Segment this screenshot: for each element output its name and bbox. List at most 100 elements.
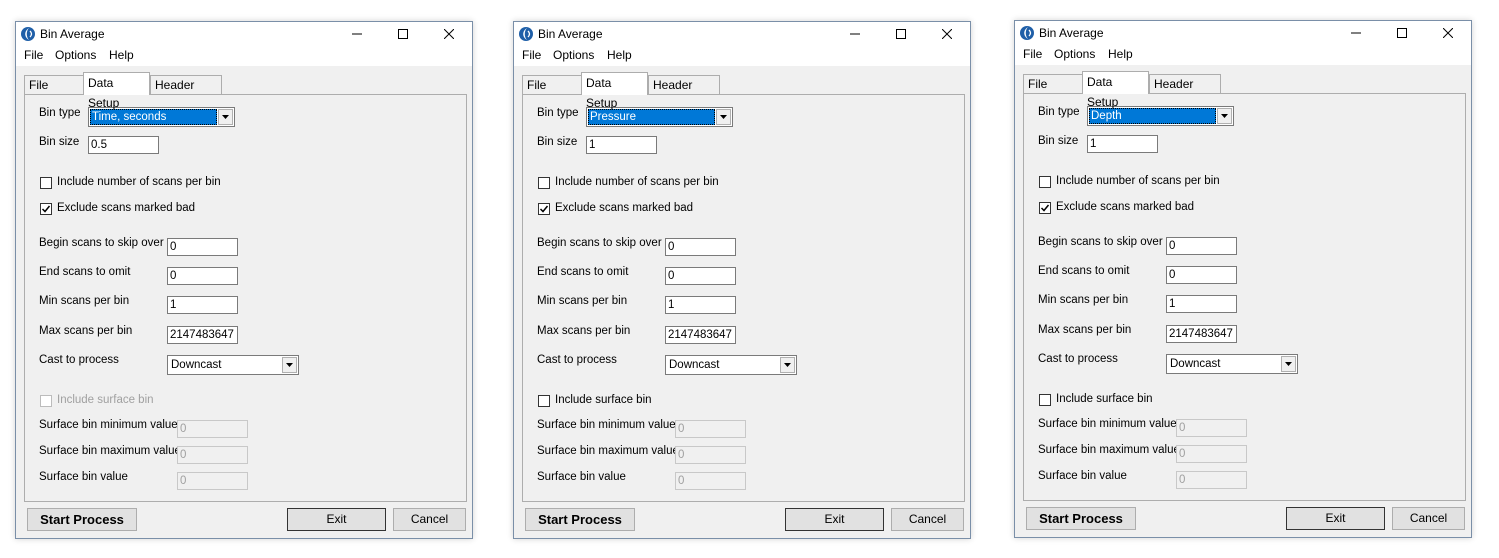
bin-size-input[interactable]: 1 [586,136,657,154]
surface-min-label: Surface bin minimum value [1038,418,1177,430]
minimize-icon [850,33,860,35]
include-scans-label: Include number of scans per bin [1056,175,1220,187]
cast-select[interactable]: Downcast [665,355,797,375]
maximize-button[interactable] [1379,21,1425,45]
cast-value: Downcast [171,359,222,371]
data-setup-panel: Bin type Time, seconds Bin size 0.5 Incl… [24,94,467,502]
bin-type-dropdown-button[interactable] [218,109,233,125]
bin-type-label: Bin type [39,107,81,119]
cast-dropdown-button[interactable] [282,357,297,373]
include-scans-checkbox[interactable] [1039,176,1051,188]
cancel-button[interactable]: Cancel [891,508,964,531]
begin-skip-label: Begin scans to skip over [537,237,662,249]
menu-options[interactable]: Options [551,48,596,62]
title-bar[interactable]: Bin Average [514,22,970,46]
end-omit-input[interactable]: 0 [665,267,736,285]
tab-file-setup[interactable]: File Setup [522,75,583,110]
exclude-bad-checkbox[interactable] [40,203,52,215]
window-title: Bin Average [1039,26,1104,40]
surface-value-label: Surface bin value [537,471,626,483]
exclude-bad-checkbox[interactable] [1039,202,1051,214]
tab-file-setup[interactable]: File Setup [24,75,85,110]
max-scans-input[interactable]: 2147483647 [665,326,736,344]
include-surface-label: Include surface bin [57,394,154,406]
exit-button[interactable]: Exit [1286,507,1385,530]
include-surface-checkbox[interactable] [538,395,550,407]
menu-help[interactable]: Help [1106,47,1135,61]
surface-value-input: 0 [1176,471,1247,489]
include-surface-checkbox[interactable] [1039,394,1051,406]
maximize-icon [896,29,906,39]
start-process-button[interactable]: Start Process [1026,507,1136,530]
surface-value-input: 0 [675,472,746,490]
max-scans-input[interactable]: 2147483647 [1166,325,1237,343]
bin-type-dropdown-button[interactable] [716,109,731,125]
surface-max-label: Surface bin maximum value [1038,444,1180,456]
maximize-button[interactable] [878,22,924,46]
include-scans-checkbox[interactable] [40,177,52,189]
cast-label: Cast to process [537,354,617,366]
exclude-bad-label: Exclude scans marked bad [1056,201,1195,213]
begin-skip-input[interactable]: 0 [665,238,736,256]
tab-header-view[interactable]: Header View [1149,74,1221,109]
surface-max-input: 0 [177,446,248,464]
start-process-button[interactable]: Start Process [525,508,635,531]
close-button[interactable] [1425,21,1471,45]
bin-size-input[interactable]: 0.5 [88,136,159,154]
min-scans-input[interactable]: 1 [665,296,736,314]
begin-skip-input[interactable]: 0 [1166,237,1237,255]
begin-skip-input[interactable]: 0 [167,238,238,256]
cast-dropdown-button[interactable] [780,357,795,373]
include-scans-checkbox[interactable] [538,177,550,189]
dropdown-arrow-icon [286,363,293,367]
menu-bar: File Options Help [1015,45,1471,65]
cast-dropdown-button[interactable] [1281,356,1296,372]
exclude-bad-checkbox[interactable] [538,203,550,215]
cancel-button[interactable]: Cancel [393,508,466,531]
close-button[interactable] [924,22,970,46]
menu-file[interactable]: File [1021,47,1044,61]
menu-file[interactable]: File [22,48,45,62]
min-scans-input[interactable]: 1 [1166,295,1237,313]
minimize-button[interactable] [334,22,380,46]
tab-data-setup[interactable]: Data Setup [1082,71,1149,109]
title-bar[interactable]: Bin Average [16,22,472,46]
app-logo-icon [21,27,35,41]
bin-average-window-3: Bin Average File Options Help File Setup… [1014,20,1472,538]
cast-select[interactable]: Downcast [167,355,299,375]
tab-data-setup[interactable]: Data Setup [581,72,648,110]
surface-max-input: 0 [1176,445,1247,463]
cancel-button[interactable]: Cancel [1392,507,1465,530]
menu-help[interactable]: Help [107,48,136,62]
bin-type-label: Bin type [1038,106,1080,118]
surface-min-input: 0 [1176,419,1247,437]
close-button[interactable] [426,22,472,46]
title-bar[interactable]: Bin Average [1015,21,1471,45]
max-scans-input[interactable]: 2147483647 [167,326,238,344]
min-scans-input[interactable]: 1 [167,296,238,314]
tab-header-view[interactable]: Header View [150,75,222,110]
tab-file-setup[interactable]: File Setup [1023,74,1084,109]
end-omit-input[interactable]: 0 [167,267,238,285]
exit-button[interactable]: Exit [785,508,884,531]
maximize-button[interactable] [380,22,426,46]
begin-skip-label: Begin scans to skip over [1038,236,1163,248]
dropdown-arrow-icon [1221,114,1228,118]
minimize-button[interactable] [1333,21,1379,45]
menu-file[interactable]: File [520,48,543,62]
include-scans-label: Include number of scans per bin [555,176,719,188]
tab-data-setup[interactable]: Data Setup [83,72,150,110]
minimize-button[interactable] [832,22,878,46]
tab-header-view[interactable]: Header View [648,75,720,110]
cast-label: Cast to process [39,354,119,366]
maximize-icon [398,29,408,39]
start-process-button[interactable]: Start Process [27,508,137,531]
bin-type-dropdown-button[interactable] [1217,108,1232,124]
menu-options[interactable]: Options [1052,47,1097,61]
exit-button[interactable]: Exit [287,508,386,531]
end-omit-input[interactable]: 0 [1166,266,1237,284]
menu-help[interactable]: Help [605,48,634,62]
cast-select[interactable]: Downcast [1166,354,1298,374]
bin-size-input[interactable]: 1 [1087,135,1158,153]
menu-options[interactable]: Options [53,48,98,62]
